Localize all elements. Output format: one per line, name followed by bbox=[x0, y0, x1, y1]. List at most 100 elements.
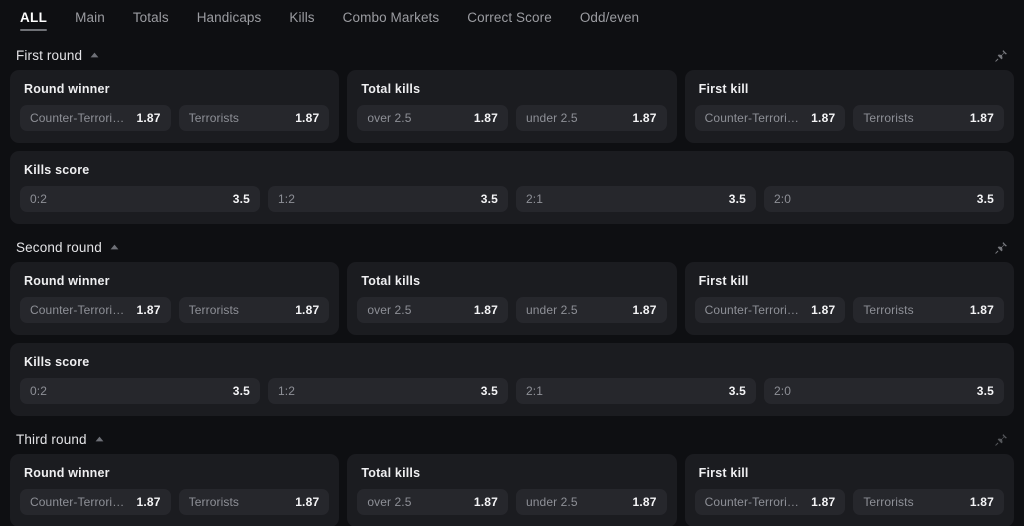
odd-button[interactable]: 2:0 3.5 bbox=[764, 378, 1004, 404]
odds-row: Counter-Terrorists 1.87 Terrorists 1.87 bbox=[694, 105, 1004, 131]
odd-label: under 2.5 bbox=[526, 111, 578, 125]
odd-button[interactable]: Terrorists 1.87 bbox=[853, 105, 1004, 131]
odd-value: 1.87 bbox=[811, 303, 836, 317]
market-card: First kill Counter-Terrorists 1.87 Terro… bbox=[684, 70, 1014, 143]
odd-button[interactable]: Counter-Terrorists 1.87 bbox=[694, 105, 846, 131]
market-tab-label: Correct Score bbox=[467, 9, 552, 25]
market-tab-totals[interactable]: Totals bbox=[119, 6, 183, 31]
chevron-up-icon[interactable] bbox=[90, 52, 99, 58]
market-tab-bar[interactable]: ALL Main Totals Handicaps Kills Combo Ma… bbox=[0, 0, 1024, 36]
odd-button[interactable]: under 2.5 1.87 bbox=[516, 489, 667, 515]
odd-value: 1.87 bbox=[811, 495, 836, 509]
odd-button[interactable]: over 2.5 1.87 bbox=[357, 105, 508, 131]
odd-value: 3.5 bbox=[976, 192, 994, 206]
odd-label: under 2.5 bbox=[526, 303, 578, 317]
odd-button[interactable]: Counter-Terrorists 1.87 bbox=[694, 297, 846, 323]
odd-button[interactable]: Counter-Terrorists 1.87 bbox=[20, 489, 171, 515]
odd-value: 1.87 bbox=[811, 111, 836, 125]
odd-label: Counter-Terrorists bbox=[30, 495, 127, 509]
odd-value: 3.5 bbox=[976, 384, 994, 398]
market-section-3: Third round Round winner Counter-Terrori… bbox=[0, 424, 1024, 526]
odd-value: 3.5 bbox=[480, 384, 498, 398]
market-card-title: Round winner bbox=[24, 82, 110, 96]
odd-button[interactable]: 0:2 3.5 bbox=[20, 186, 260, 212]
odd-button[interactable]: Counter-Terrorists 1.87 bbox=[20, 105, 171, 131]
odd-label: Counter-Terrorists bbox=[30, 111, 127, 125]
market-card: Total kills over 2.5 1.87 under 2.5 1.87 bbox=[347, 454, 677, 526]
market-tab-label: Handicaps bbox=[196, 9, 262, 25]
odd-value: 1.87 bbox=[969, 303, 994, 317]
odd-button[interactable]: Terrorists 1.87 bbox=[178, 297, 330, 323]
market-tab-main[interactable]: Main bbox=[61, 6, 119, 31]
odds-row: 0:2 3.5 1:2 3.5 2:1 3.5 2:0 3.5 bbox=[20, 186, 1004, 212]
odd-label: Counter-Terrorists bbox=[704, 111, 802, 125]
chevron-up-icon[interactable] bbox=[95, 436, 104, 442]
market-tab-combo-markets[interactable]: Combo Markets bbox=[329, 6, 454, 31]
odds-row: over 2.5 1.87 under 2.5 1.87 bbox=[357, 105, 667, 131]
market-section-header[interactable]: First round bbox=[0, 40, 1024, 70]
market-section-body: Round winner Counter-Terrorists 1.87 Ter… bbox=[0, 454, 1024, 526]
market-card: First kill Counter-Terrorists 1.87 Terro… bbox=[684, 454, 1014, 526]
market-section-1: First round Round winner Counter-Terrori… bbox=[0, 40, 1024, 224]
odd-value: 1.87 bbox=[473, 303, 498, 317]
market-card: Total kills over 2.5 1.87 under 2.5 1.87 bbox=[347, 262, 677, 335]
pin-icon[interactable] bbox=[992, 430, 1010, 448]
market-tab-kills[interactable]: Kills bbox=[275, 6, 328, 31]
market-section-body: Round winner Counter-Terrorists 1.87 Ter… bbox=[0, 70, 1024, 224]
market-tab-handicaps[interactable]: Handicaps bbox=[183, 6, 276, 31]
odds-row: Counter-Terrorists 1.87 Terrorists 1.87 bbox=[694, 489, 1004, 515]
odd-value: 3.5 bbox=[232, 384, 250, 398]
market-tab-label: ALL bbox=[20, 9, 48, 25]
market-card-title: First kill bbox=[698, 466, 749, 480]
odd-button[interactable]: Terrorists 1.87 bbox=[853, 297, 1004, 323]
odd-value: 1.87 bbox=[969, 111, 994, 125]
market-tab-label: Totals bbox=[132, 9, 169, 25]
market-card-title: Kills score bbox=[24, 163, 90, 177]
market-tab-all[interactable]: ALL bbox=[6, 6, 61, 31]
odd-label: Terrorists bbox=[863, 111, 914, 125]
odd-label: Terrorists bbox=[188, 495, 240, 509]
odd-button[interactable]: under 2.5 1.87 bbox=[516, 105, 667, 131]
market-card-row: Round winner Counter-Terrorists 1.87 Ter… bbox=[0, 454, 1024, 526]
market-tab-correct-score[interactable]: Correct Score bbox=[453, 6, 566, 31]
market-card: Kills score 0:2 3.5 1:2 3.5 2:1 3.5 2:0 … bbox=[10, 151, 1014, 224]
odd-label: Counter-Terrorists bbox=[704, 303, 802, 317]
market-card: First kill Counter-Terrorists 1.87 Terro… bbox=[684, 262, 1014, 335]
odd-button[interactable]: Terrorists 1.87 bbox=[178, 489, 330, 515]
chevron-up-icon[interactable] bbox=[110, 244, 119, 250]
odd-value: 1.87 bbox=[295, 495, 320, 509]
odds-row: 0:2 3.5 1:2 3.5 2:1 3.5 2:0 3.5 bbox=[20, 378, 1004, 404]
odd-label: under 2.5 bbox=[526, 495, 578, 509]
market-tab-label: Main bbox=[75, 9, 105, 25]
market-section-header[interactable]: Second round bbox=[0, 232, 1024, 262]
odd-button[interactable]: Counter-Terrorists 1.87 bbox=[694, 489, 846, 515]
odd-button[interactable]: Terrorists 1.87 bbox=[178, 105, 330, 131]
odd-value: 1.87 bbox=[473, 111, 498, 125]
market-section-header[interactable]: Third round bbox=[0, 424, 1024, 454]
market-card: Round winner Counter-Terrorists 1.87 Ter… bbox=[10, 454, 340, 526]
odd-button[interactable]: over 2.5 1.87 bbox=[357, 297, 508, 323]
odd-label: Terrorists bbox=[863, 303, 914, 317]
market-card: Round winner Counter-Terrorists 1.87 Ter… bbox=[10, 70, 340, 143]
pin-icon[interactable] bbox=[992, 46, 1010, 64]
odd-button[interactable]: 2:1 3.5 bbox=[516, 378, 756, 404]
odd-button[interactable]: under 2.5 1.87 bbox=[516, 297, 667, 323]
market-section-title: Third round bbox=[16, 431, 87, 447]
market-tab-label: Odd/even bbox=[579, 9, 640, 25]
odd-button[interactable]: 2:1 3.5 bbox=[516, 186, 756, 212]
pin-icon[interactable] bbox=[992, 238, 1010, 256]
odd-button[interactable]: 1:2 3.5 bbox=[268, 186, 508, 212]
odd-button[interactable]: over 2.5 1.87 bbox=[357, 489, 508, 515]
odd-label: 0:2 bbox=[30, 192, 47, 206]
odd-value: 3.5 bbox=[728, 192, 746, 206]
market-tab-odd-even[interactable]: Odd/even bbox=[566, 6, 653, 31]
market-card: Total kills over 2.5 1.87 under 2.5 1.87 bbox=[347, 70, 677, 143]
odd-button[interactable]: 0:2 3.5 bbox=[20, 378, 260, 404]
odd-button[interactable]: Terrorists 1.87 bbox=[853, 489, 1004, 515]
odd-label: 1:2 bbox=[278, 384, 295, 398]
market-card-title: Round winner bbox=[24, 274, 110, 288]
odd-button[interactable]: 2:0 3.5 bbox=[764, 186, 1004, 212]
odd-button[interactable]: 1:2 3.5 bbox=[268, 378, 508, 404]
odd-button[interactable]: Counter-Terrorists 1.87 bbox=[20, 297, 171, 323]
market-card-title: First kill bbox=[698, 274, 749, 288]
